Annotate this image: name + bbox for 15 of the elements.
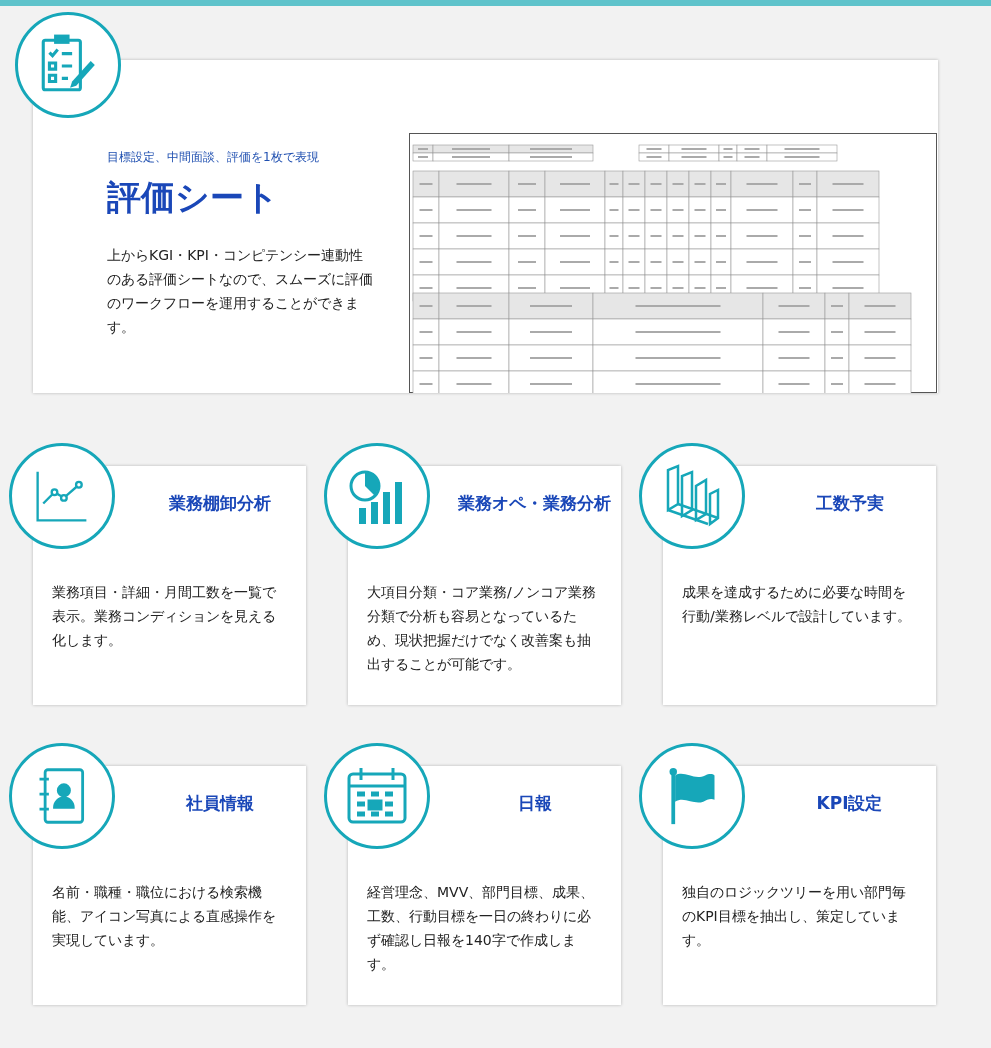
section-title: 評価シート xyxy=(107,176,280,219)
feature-description: 業務項目・詳細・月間工数を一覧で表示。業務コンディションを見える化します。 xyxy=(52,583,277,650)
feature-description: 経営理念、MVV、部門目標、成果、工数、行動目標を一日の終わりに必ず確認し日報を140字で作成します。 xyxy=(367,883,596,974)
subtitle: 目標設定、中間面談、評価を1枚で表現 xyxy=(107,149,320,166)
feature-description: 大項目分類・コア業務/ノンコア業務分類で分析も容易となっているため、現状把握だけでなく改善案も抽出することが可能です。 xyxy=(367,583,597,674)
feature-description: 名前・職種・職位における検索機能、アイコン写真による直感操作を実現しています。 xyxy=(52,883,277,950)
feature-description: 独自のロジックツリーを用い部門毎のKPI目標を抽出し、策定しています。 xyxy=(682,883,907,950)
feature-description: 成果を達成するために必要な時間を行動/業務レベルで設計しています。 xyxy=(682,583,912,626)
feature-title: 工数予実 xyxy=(815,492,884,516)
feature-title: 日報 xyxy=(517,792,552,816)
feature-title: 業務棚卸分析 xyxy=(168,492,271,516)
feature-title: 業務オペ・業務分析 xyxy=(458,492,611,516)
description: 上からKGI・KPI・コンピテンシー連動性のある評価シートなので、スムーズに評価のワークフローを運用することができます。 xyxy=(107,246,373,337)
feature-title: 社員情報 xyxy=(185,792,254,816)
feature-title: KPI設定 xyxy=(816,792,883,816)
